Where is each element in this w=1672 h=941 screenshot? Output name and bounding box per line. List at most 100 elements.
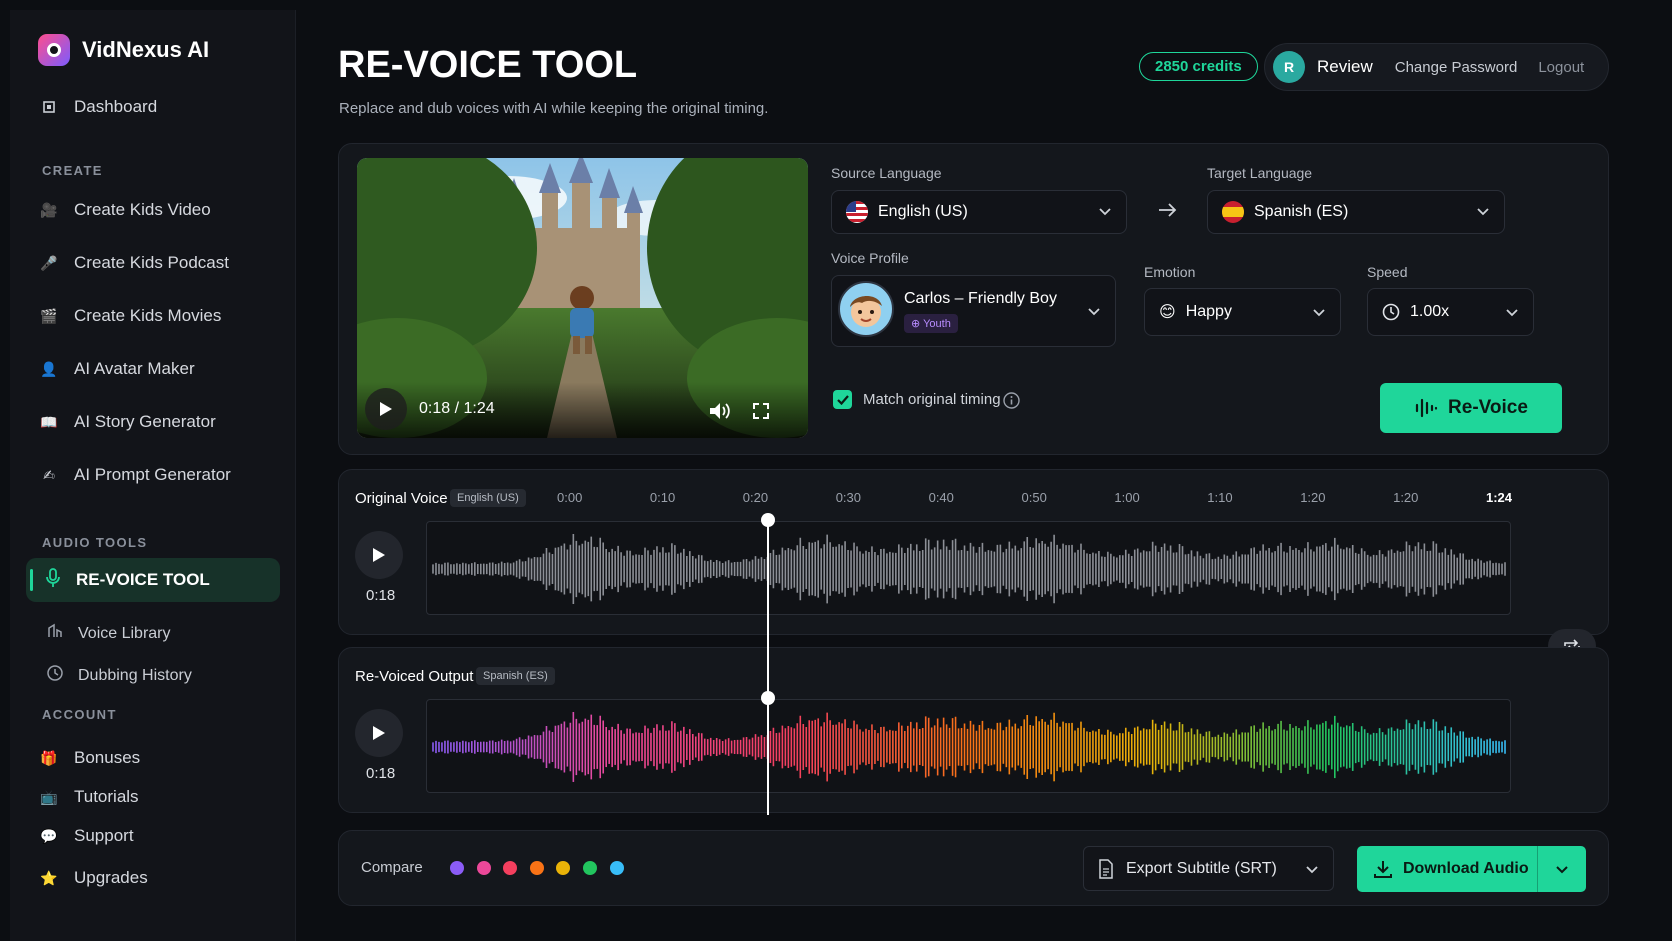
sidebar-item-create-kids-video[interactable]: 🎥 Create Kids Video [40, 200, 211, 220]
logout-link[interactable]: Logout [1538, 59, 1584, 76]
sidebar-item-label: AI Avatar Maker [74, 359, 195, 378]
match-timing-checkbox[interactable] [833, 390, 852, 409]
original-lang-chip: English (US) [450, 489, 526, 507]
sidebar-item-dashboard[interactable]: Dashboard [40, 97, 157, 117]
sidebar-item-label: Support [74, 826, 134, 845]
chevron-down-icon [1306, 866, 1318, 874]
download-options-toggle[interactable] [1538, 846, 1586, 892]
output-time: 0:18 [366, 765, 396, 782]
speed-label: Speed [1367, 264, 1408, 280]
export-subtitle-select[interactable]: Export Subtitle (SRT) [1083, 846, 1334, 891]
download-audio-label: Download Audio [1403, 860, 1529, 877]
check-icon [836, 394, 849, 405]
sidebar-item-ai-avatar-maker[interactable]: 👤 AI Avatar Maker [40, 359, 195, 379]
change-password-link[interactable]: Change Password [1395, 59, 1518, 76]
microphone-icon: 🎤 [40, 254, 58, 271]
open-book-icon: 📖 [40, 413, 58, 430]
compare-color-dot[interactable] [476, 861, 491, 875]
original-waveform[interactable] [426, 521, 1511, 615]
sidebar-item-ai-story-generator[interactable]: 📖 AI Story Generator [40, 412, 215, 432]
source-language-select[interactable]: English (US) [831, 190, 1127, 234]
sidebar-item-bonuses[interactable]: 🎁 Bonuses [40, 748, 140, 768]
clock-icon [1382, 303, 1400, 321]
match-timing-label: Match original timing [863, 391, 1001, 408]
timeline-tick-label: 0:20 [742, 490, 769, 505]
compare-color-dot[interactable] [609, 861, 624, 875]
play-icon [373, 548, 385, 562]
tv-icon: 📺 [40, 788, 58, 805]
sidebar-item-voice-library[interactable]: Voice Library [46, 622, 171, 645]
sidebar-item-ai-prompt-generator[interactable]: ✍ AI Prompt Generator [40, 465, 231, 485]
sidebar-item-tutorials[interactable]: 📺 Tutorials [40, 787, 139, 807]
dashboard-icon [40, 98, 58, 116]
sidebar-item-upgrades[interactable]: ⭐ Upgrades [40, 868, 147, 888]
chevron-down-icon [1506, 309, 1518, 317]
output-play-button[interactable] [355, 709, 403, 757]
timeline-tick-label: 0:40 [928, 490, 954, 505]
section-label-audio-tools: AUDIO TOOLS [42, 535, 148, 550]
timeline-tick-label: 1:24 [1486, 490, 1513, 505]
brand[interactable]: VidNexus AI [38, 34, 209, 66]
star-icon: ⭐ [40, 869, 58, 886]
chevron-down-icon [1477, 208, 1489, 216]
sidebar-item-dubbing-history[interactable]: Dubbing History [46, 664, 192, 687]
playhead-knob-output[interactable] [761, 691, 775, 705]
sidebar-item-label: Create Kids Movies [74, 306, 222, 325]
output-track-label: Re-Voiced Output [355, 668, 474, 685]
target-language-label: Target Language [1207, 165, 1313, 181]
info-icon[interactable] [1003, 392, 1020, 409]
sidebar-item-create-kids-podcast[interactable]: 🎤 Create Kids Podcast [40, 253, 229, 273]
emotion-select[interactable]: 😊 Happy [1144, 288, 1341, 336]
writing-hand-icon: ✍ [43, 466, 55, 483]
gift-icon: 🎁 [40, 749, 58, 766]
timeline-tick-label: 0:00 [557, 490, 583, 505]
compare-color-dot[interactable] [503, 861, 518, 875]
target-language-value: Spanish (ES) [1254, 203, 1349, 220]
speed-value: 1.00x [1410, 303, 1450, 320]
source-language-value: English (US) [878, 203, 968, 220]
fullscreen-icon[interactable] [753, 403, 769, 419]
download-audio-main[interactable]: Download Audio [1357, 846, 1538, 892]
sidebar-item-support[interactable]: 💬 Support [40, 826, 134, 846]
document-icon [1099, 858, 1113, 879]
compare-color-dot[interactable] [556, 861, 571, 875]
brand-name: VidNexus AI [82, 37, 210, 62]
timeline-tick-label: 0:50 [1021, 490, 1047, 505]
video-preview[interactable]: 0:18 / 1:24 [357, 158, 808, 438]
output-waveform[interactable] [426, 699, 1511, 793]
user-name[interactable]: Review [1317, 57, 1373, 77]
app-root: VidNexus AI Dashboard CREATE 🎥 Create Ki… [0, 0, 1672, 941]
video-controls: 0:18 / 1:24 [357, 382, 808, 438]
sidebar-item-label: Dubbing History [78, 666, 192, 684]
playhead[interactable] [767, 519, 769, 815]
video-time: 0:18 / 1:24 [419, 400, 495, 417]
download-audio-button[interactable]: Download Audio [1357, 846, 1586, 892]
original-play-button[interactable] [355, 531, 403, 579]
voice-profile-label: Voice Profile [831, 250, 909, 266]
speed-select[interactable]: 1.00x [1367, 288, 1534, 336]
timeline-tick-label: 1:10 [1207, 490, 1233, 505]
clapperboard-icon: 🎬 [40, 307, 58, 324]
target-language-select[interactable]: Spanish (ES) [1207, 190, 1505, 234]
download-icon [1374, 861, 1392, 878]
volume-icon[interactable] [709, 402, 731, 420]
credits-badge: 2850 credits [1139, 52, 1258, 81]
section-label-account: ACCOUNT [42, 707, 117, 722]
arrow-right-icon [1159, 203, 1177, 217]
playhead-knob-original[interactable] [761, 513, 775, 527]
video-play-button[interactable] [365, 388, 407, 430]
compare-color-dot[interactable] [450, 861, 464, 875]
main-content: RE-VOICE TOOL Replace and dub voices wit… [298, 0, 1672, 941]
export-subtitle-label: Export Subtitle (SRT) [1126, 859, 1277, 877]
re-voice-button[interactable]: Re-Voice [1380, 383, 1562, 433]
sidebar-item-label: Create Kids Video [74, 200, 211, 219]
voice-profile-name: Carlos – Friendly Boy [904, 289, 1057, 307]
avatar[interactable]: R [1273, 51, 1305, 83]
sidebar-item-create-kids-movies[interactable]: 🎬 Create Kids Movies [40, 306, 221, 326]
compare-color-dot[interactable] [583, 861, 597, 875]
compare-color-dot[interactable] [529, 861, 544, 875]
sidebar-item-re-voice-tool[interactable]: RE-VOICE TOOL [26, 558, 280, 602]
person-icon: 👤 [40, 360, 58, 377]
voice-profile-select[interactable]: Carlos – Friendly Boy ⊕ Youth [831, 275, 1116, 347]
sidebar-item-label: Tutorials [74, 787, 139, 806]
